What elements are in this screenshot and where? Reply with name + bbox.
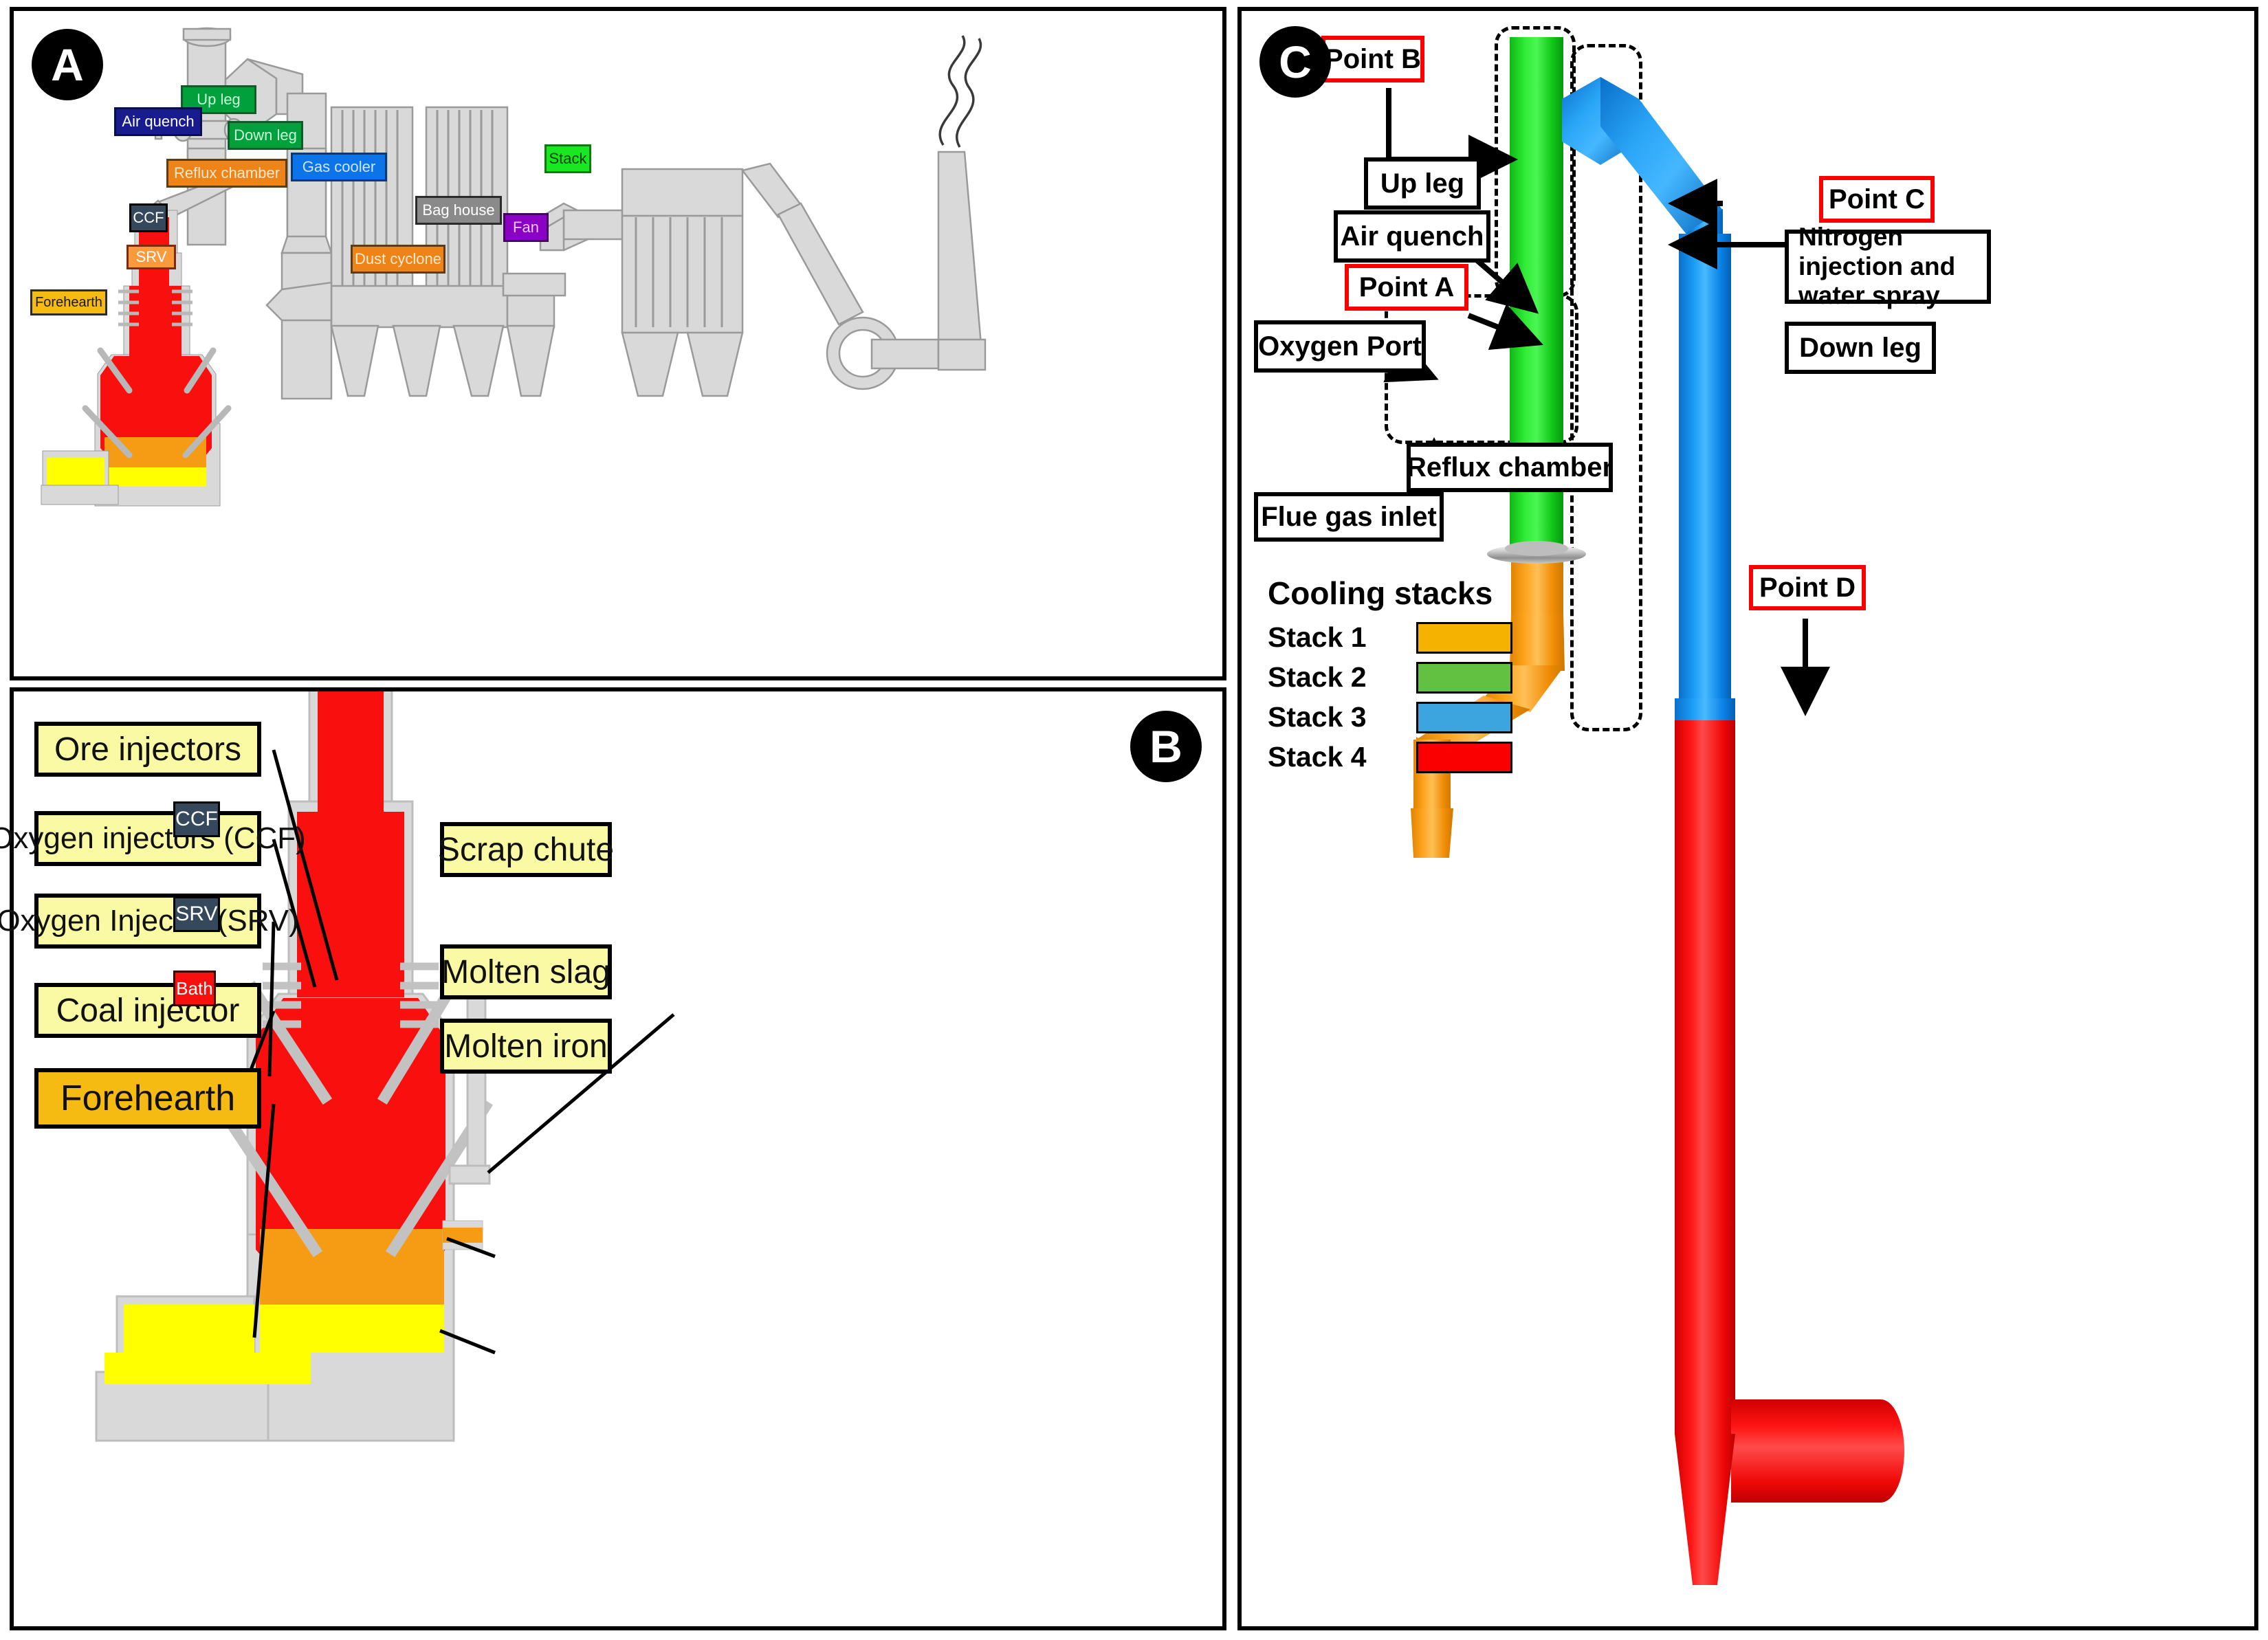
tag-air-quench: Air quench <box>114 107 202 136</box>
callout-ore-injectors: Ore injectors <box>34 722 261 777</box>
tag-down-leg: Down leg <box>228 121 303 150</box>
tag-gas-cooler: Gas cooler <box>291 153 387 181</box>
tag-fan: Fan <box>503 213 549 242</box>
label-up-leg: Up leg <box>1364 157 1481 210</box>
legend-swatch-stack-4 <box>1416 741 1512 773</box>
callout-molten-iron: Molten iron <box>440 1019 612 1074</box>
panel-b: B Ore injectors Oxygen injectors (CCF) O… <box>0 687 1226 1630</box>
tag-srv: SRV <box>126 245 176 269</box>
label-point-c: Point C <box>1819 176 1935 223</box>
legend-swatch-stack-1 <box>1416 621 1512 654</box>
legend-row-stack-1: Stack 1 <box>1268 621 1512 654</box>
label-point-d: Point D <box>1749 565 1866 610</box>
callout-coal-injector: Coal injector <box>34 983 261 1038</box>
legend-row-stack-4: Stack 4 <box>1268 741 1512 773</box>
callout-scrap-chute: Scrap chute <box>438 822 614 877</box>
label-flue-gas-inlet: Flue gas inlet <box>1254 492 1444 542</box>
panel-a: A Up leg Air quench Down leg Reflux cham… <box>10 7 1226 680</box>
panel-c: C Point B Up leg Air quench Point A Oxyg… <box>1237 7 2258 1630</box>
legend-row-stack-3: Stack 3 <box>1268 701 1512 733</box>
legend-title: Cooling stacks <box>1268 575 1493 611</box>
panel-c-badge: C <box>1259 26 1331 98</box>
legend-swatch-stack-3 <box>1416 701 1512 733</box>
legend-label-stack-2: Stack 2 <box>1268 661 1367 693</box>
legend-label-stack-4: Stack 4 <box>1268 741 1367 773</box>
panel-a-badge: A <box>32 29 103 100</box>
label-point-b: Point B <box>1321 36 1424 82</box>
legend-row-stack-2: Stack 2 <box>1268 661 1512 694</box>
tag-forehearth: Forehearth <box>30 289 107 315</box>
tag-bag-house: Bag house <box>415 196 502 225</box>
dashed-region-down-leg <box>1570 44 1642 731</box>
label-nitrogen-injection: Nitrogen injection and water spray <box>1785 223 1991 309</box>
callout-forehearth: Forehearth <box>34 1068 261 1129</box>
tag-b-ccf: CCF <box>173 801 220 837</box>
tag-dust-cyclone: Dust cyclone <box>351 245 445 274</box>
label-air-quench: Air quench <box>1334 210 1490 263</box>
label-down-leg: Down leg <box>1785 322 1936 374</box>
callout-molten-slag: Molten slag <box>440 944 612 999</box>
tag-reflux-chamber: Reflux chamber <box>166 159 287 188</box>
callout-oxygen-injector-srv: Oxygen Injector (SRV) <box>0 894 299 949</box>
label-reflux-chamber: Reflux chamber <box>1407 443 1613 492</box>
label-point-a: Point A <box>1345 264 1468 311</box>
label-oxygen-port: Oxygen Port <box>1254 320 1426 373</box>
tag-stack: Stack <box>544 144 591 173</box>
legend-label-stack-3: Stack 3 <box>1268 701 1367 733</box>
callout-oxygen-injectors-ccf: Oxygen injectors (CCF) <box>0 811 306 866</box>
dashed-region-up-leg <box>1495 26 1576 298</box>
legend-label-stack-1: Stack 1 <box>1268 621 1367 653</box>
tag-b-bath: Bath <box>173 971 216 1006</box>
figure-root: A Up leg Air quench Down leg Reflux cham… <box>0 0 2268 1640</box>
cooling-stacks-legend: Cooling stacks Stack 1 Stack 2 Stack 3 S… <box>1268 575 1512 781</box>
tag-ccf: CCF <box>129 203 168 232</box>
panel-b-badge: B <box>1130 711 1202 782</box>
legend-swatch-stack-2 <box>1416 661 1512 694</box>
tag-b-srv: SRV <box>173 896 220 932</box>
